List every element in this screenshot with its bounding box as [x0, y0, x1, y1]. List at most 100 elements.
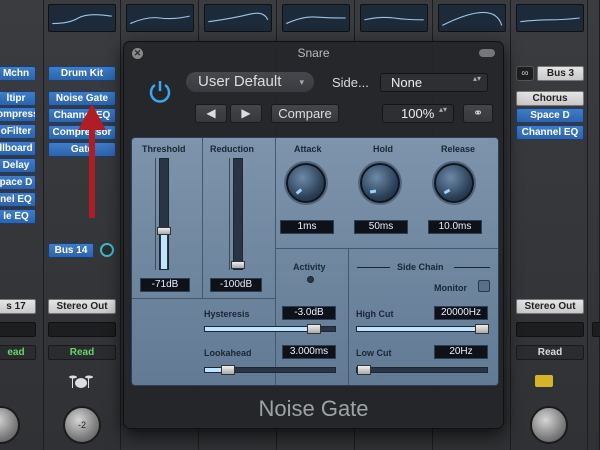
release-value[interactable]: 10.0ms	[428, 220, 482, 234]
send-level-knob[interactable]	[100, 243, 114, 257]
high-cut-value[interactable]: 20000Hz	[434, 306, 488, 320]
bus-output-slot[interactable]: s 17	[0, 299, 36, 314]
hold-knob[interactable]	[360, 163, 400, 203]
threshold-fader[interactable]	[157, 158, 171, 270]
input-slot-bus-3[interactable]: Bus 3	[537, 66, 584, 81]
chevron-down-icon: ▾	[299, 77, 304, 87]
drum-kit-icon	[69, 371, 93, 389]
preset-label: User Default	[198, 73, 282, 90]
next-preset-button[interactable]: ▶	[230, 104, 262, 123]
divider	[275, 138, 276, 385]
pan-knob[interactable]: -2	[63, 406, 101, 444]
automation-read-button[interactable]: Read	[48, 345, 116, 360]
slider-thumb[interactable]	[357, 365, 371, 375]
monitor-checkbox[interactable]	[478, 280, 490, 292]
high-cut-label: High Cut	[356, 309, 394, 319]
reduction-value: -100dB	[210, 278, 262, 292]
plugin-slot-space-d[interactable]: Space D	[516, 108, 584, 123]
fader-thumb[interactable]	[157, 227, 171, 235]
low-cut-value[interactable]: 20Hz	[434, 345, 488, 359]
up-down-icon: ▴▾	[472, 74, 481, 83]
group-slot[interactable]	[516, 322, 584, 337]
lookahead-label: Lookahead	[204, 348, 252, 358]
plugin-slot[interactable]: pace D	[0, 175, 36, 190]
link-button[interactable]: ⚭	[463, 104, 493, 123]
eq-thumbnail[interactable]	[48, 4, 116, 32]
link-icon[interactable]: ∞	[516, 66, 534, 81]
output-slot[interactable]: Stereo Out	[48, 299, 116, 314]
noise-gate-panel: Threshold -71dB Reduction -100dB Attack …	[131, 137, 499, 386]
activity-led	[307, 276, 314, 283]
divider	[132, 298, 275, 299]
plugin-slot-gate[interactable]: Gate	[48, 142, 116, 157]
group-slot[interactable]	[48, 322, 116, 337]
hold-value[interactable]: 50ms	[354, 220, 408, 234]
reduction-scale	[226, 158, 230, 270]
power-icon[interactable]	[146, 78, 174, 106]
meter-thumb	[231, 261, 245, 269]
plugin-slot[interactable]: Delay	[0, 158, 36, 173]
attack-knob[interactable]	[286, 163, 326, 203]
plugin-slot[interactable]: le EQ	[0, 209, 36, 224]
group-slot[interactable]	[592, 322, 600, 337]
high-cut-slider[interactable]	[356, 324, 489, 334]
divider	[202, 138, 203, 298]
instrument-slot-drum-kit[interactable]: Drum Kit	[48, 66, 116, 81]
eq-thumbnail[interactable]	[204, 4, 272, 32]
resize-icon[interactable]	[479, 49, 495, 57]
low-cut-slider[interactable]	[356, 365, 488, 375]
plugin-slot-chorus[interactable]: Chorus	[516, 91, 584, 106]
hold-label: Hold	[373, 144, 393, 154]
plugin-slot[interactable]: llboard	[0, 141, 36, 156]
eq-thumbnail[interactable]	[126, 4, 194, 32]
slider-thumb[interactable]	[475, 324, 489, 334]
attack-value[interactable]: 1ms	[280, 220, 334, 234]
eq-thumbnail[interactable]	[282, 4, 350, 32]
bus-icon	[535, 375, 553, 387]
threshold-value[interactable]: -71dB	[140, 278, 190, 292]
eq-thumbnail[interactable]	[360, 4, 428, 32]
send-slot-bus-14[interactable]: Bus 14	[48, 243, 94, 258]
plugin-slot[interactable]: oFilter	[0, 124, 36, 139]
output-slot[interactable]: Stereo Out	[516, 299, 584, 314]
side-chain-select[interactable]: None ▴▾	[380, 73, 488, 92]
annotation-arrow-head	[78, 104, 106, 130]
threshold-scale	[152, 158, 156, 270]
divider	[348, 248, 349, 385]
plugin-slot[interactable]: ompressor	[0, 107, 36, 122]
hysteresis-value[interactable]: -3.0dB	[282, 306, 336, 320]
group-slot[interactable]	[0, 322, 36, 337]
automation-read-button[interactable]: ead	[0, 345, 36, 360]
hysteresis-slider[interactable]	[204, 324, 336, 334]
reduction-label: Reduction	[210, 144, 254, 154]
compare-button[interactable]: Compare	[271, 104, 339, 123]
side-chain-value: None	[391, 75, 423, 90]
channel-strip	[588, 0, 600, 450]
plugin-slot[interactable]: nel EQ	[0, 192, 36, 207]
slider-thumb[interactable]	[221, 365, 235, 375]
plugin-slot-channel-eq[interactable]: Channel EQ	[516, 125, 584, 140]
lookahead-value[interactable]: 3.000ms	[282, 345, 336, 359]
automation-read-button[interactable]: Read	[516, 345, 584, 360]
eq-thumbnail[interactable]	[438, 4, 506, 32]
plugin-window: ✕ Snare User Default ▾ Side... None ▴▾ ◀ ▶…	[123, 41, 504, 429]
zoom-value: 100%	[401, 106, 435, 121]
monitor-label: Monitor	[434, 283, 467, 293]
window-title: Snare	[297, 46, 330, 60]
plugin-name: Noise Gate	[258, 396, 369, 421]
previous-preset-button[interactable]: ◀	[195, 104, 227, 123]
slider-thumb[interactable]	[307, 324, 321, 334]
activity-label: Activity	[293, 262, 326, 272]
preset-menu[interactable]: User Default ▾	[186, 72, 314, 92]
release-knob[interactable]	[434, 163, 474, 203]
eq-thumbnail[interactable]	[516, 4, 584, 32]
pan-knob[interactable]	[530, 406, 568, 444]
plugin-slot[interactable]: Mchn	[0, 66, 36, 81]
title-bar[interactable]: ✕ Snare	[124, 42, 503, 64]
zoom-select[interactable]: 100% ▴▾	[382, 104, 454, 123]
plugin-slot[interactable]: ltipr	[0, 91, 36, 106]
lookahead-slider[interactable]	[204, 365, 336, 375]
reduction-meter	[231, 158, 245, 270]
divider	[275, 248, 498, 249]
annotation-arrow	[89, 128, 95, 218]
